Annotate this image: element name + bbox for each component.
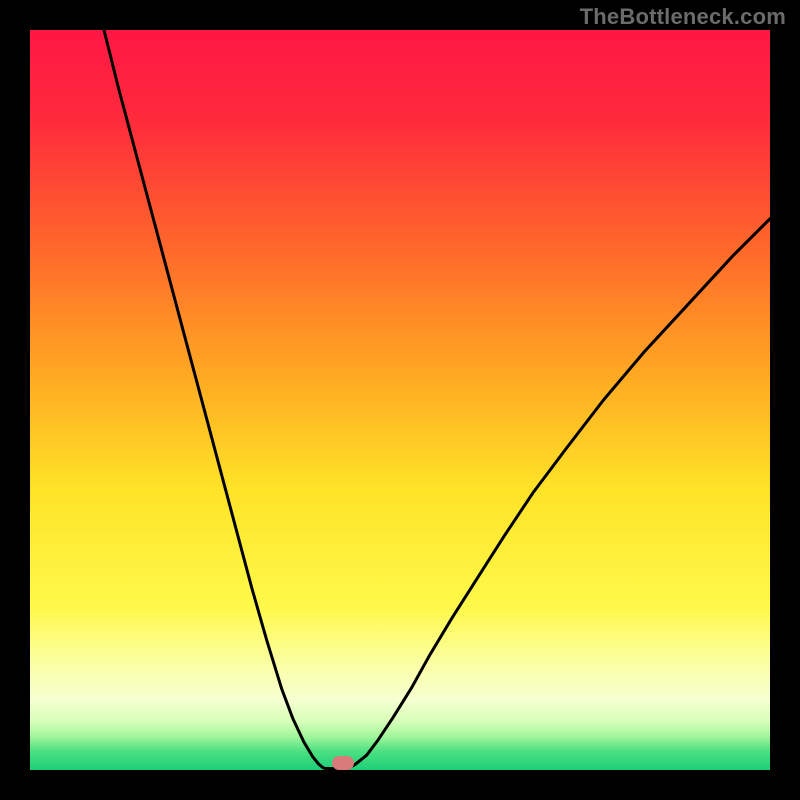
curve-right [348,219,770,769]
bottleneck-curve [30,30,770,770]
minimum-marker [332,756,354,770]
plot-area [30,30,770,770]
chart-frame: TheBottleneck.com [0,0,800,800]
curve-left [104,30,326,769]
watermark-text: TheBottleneck.com [580,4,786,30]
